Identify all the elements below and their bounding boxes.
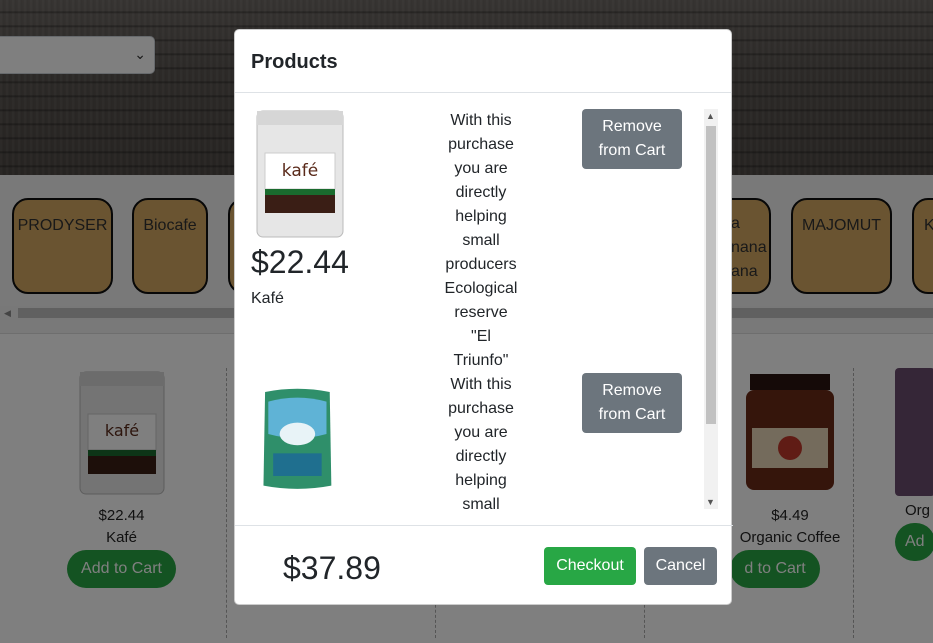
scroll-up-icon[interactable]: ▲ bbox=[706, 111, 715, 121]
coffee-bag-green-icon bbox=[263, 388, 332, 489]
cart-item: With this purchase you are directly help… bbox=[251, 373, 701, 509]
modal-header: Products bbox=[235, 30, 731, 93]
cart-item: kafé $22.44 Kafé With this purchase you … bbox=[251, 109, 701, 373]
modal-body[interactable]: kafé $22.44 Kafé With this purchase you … bbox=[235, 109, 733, 509]
checkout-button[interactable]: Checkout bbox=[544, 547, 636, 585]
cart-item-description: With this purchase you are directly help… bbox=[444, 112, 518, 369]
cart-item-name: Kafé bbox=[251, 290, 284, 307]
cart-total: $37.89 bbox=[283, 550, 381, 586]
cancel-button[interactable]: Cancel bbox=[644, 547, 717, 585]
svg-text:kafé: kafé bbox=[282, 161, 318, 181]
modal-footer: $37.89 Checkout Cancel bbox=[235, 525, 733, 606]
cart-modal: Products kafé $22.44 Kafé With this purc… bbox=[234, 29, 733, 606]
cart-list: kafé $22.44 Kafé With this purchase you … bbox=[251, 109, 701, 509]
cart-item-description: With this purchase you are directly help… bbox=[448, 376, 514, 509]
remove-from-cart-button[interactable]: Remove from Cart bbox=[582, 109, 682, 169]
modal-title: Products bbox=[251, 51, 338, 73]
scroll-down-icon[interactable]: ▼ bbox=[706, 497, 715, 507]
vertical-scrollbar[interactable]: ▲ ▼ bbox=[704, 109, 718, 509]
remove-from-cart-button[interactable]: Remove from Cart bbox=[582, 373, 682, 433]
cart-item-price: $22.44 bbox=[251, 244, 349, 280]
coffee-bag-kafe-icon: kafé bbox=[256, 110, 344, 238]
scrollbar-thumb[interactable] bbox=[706, 126, 716, 424]
